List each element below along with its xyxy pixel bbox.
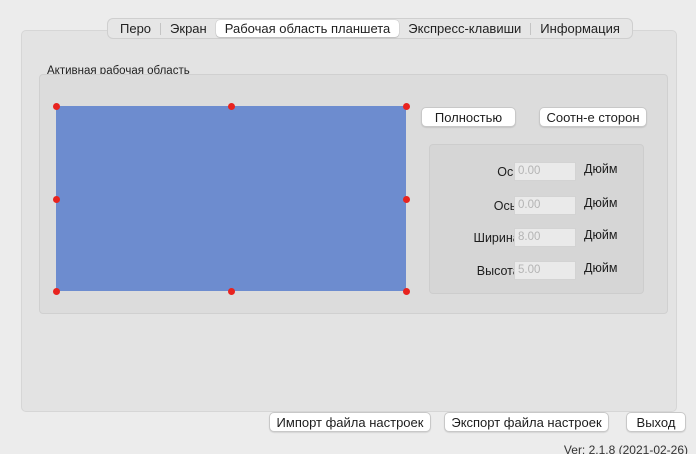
axis-y-input[interactable]: 0.00: [514, 196, 576, 215]
tab-tablet-area[interactable]: Рабочая область планшета: [215, 20, 400, 37]
exit-button[interactable]: Выход: [626, 412, 686, 432]
aspect-ratio-button[interactable]: Соотн-е сторон: [539, 107, 647, 127]
resize-handle-bottom[interactable]: [227, 287, 235, 295]
import-settings-button[interactable]: Импорт файла настроек: [269, 412, 431, 432]
settings-window: Перо Экран Рабочая область планшета Эксп…: [0, 0, 696, 454]
version-label: Ver: 2.1.8 (2021-02-26): [563, 443, 688, 454]
tab-pen[interactable]: Перо: [111, 20, 160, 37]
export-settings-button[interactable]: Экспорт файла настроек: [444, 412, 609, 432]
full-area-button[interactable]: Полностью: [421, 107, 516, 127]
resize-handle-bottom-right[interactable]: [402, 287, 410, 295]
field-row-x: Ось[X] 0.00 Дюйм: [430, 162, 643, 182]
width-input[interactable]: 8.00: [514, 228, 576, 247]
tab-information[interactable]: Информация: [531, 20, 629, 37]
resize-handle-top-right[interactable]: [402, 102, 410, 110]
active-area-rectangle[interactable]: [56, 106, 406, 291]
height-input[interactable]: 5.00: [514, 261, 576, 280]
unit-label: Дюйм: [584, 228, 618, 242]
unit-label: Дюйм: [584, 162, 618, 176]
axis-x-input[interactable]: 0.00: [514, 162, 576, 181]
unit-label: Дюйм: [584, 196, 618, 210]
resize-handle-top[interactable]: [227, 102, 235, 110]
tab-screen[interactable]: Экран: [161, 20, 216, 37]
resize-handle-right[interactable]: [402, 195, 410, 203]
field-row-y: Ось [Y] 0.00 Дюйм: [430, 196, 643, 216]
field-row-width: Ширина[X] 8.00 Дюйм: [430, 228, 643, 248]
area-coordinates-panel: Ось[X] 0.00 Дюйм Ось [Y] 0.00 Дюйм Ширин…: [429, 144, 644, 294]
resize-handle-bottom-left[interactable]: [52, 287, 60, 295]
field-row-height: Высота[Y] 5.00 Дюйм: [430, 261, 643, 281]
tab-express-keys[interactable]: Экспресс-клавиши: [399, 20, 530, 37]
unit-label: Дюйм: [584, 261, 618, 275]
resize-handle-top-left[interactable]: [52, 102, 60, 110]
tab-bar: Перо Экран Рабочая область планшета Эксп…: [107, 18, 633, 39]
resize-handle-left[interactable]: [52, 195, 60, 203]
